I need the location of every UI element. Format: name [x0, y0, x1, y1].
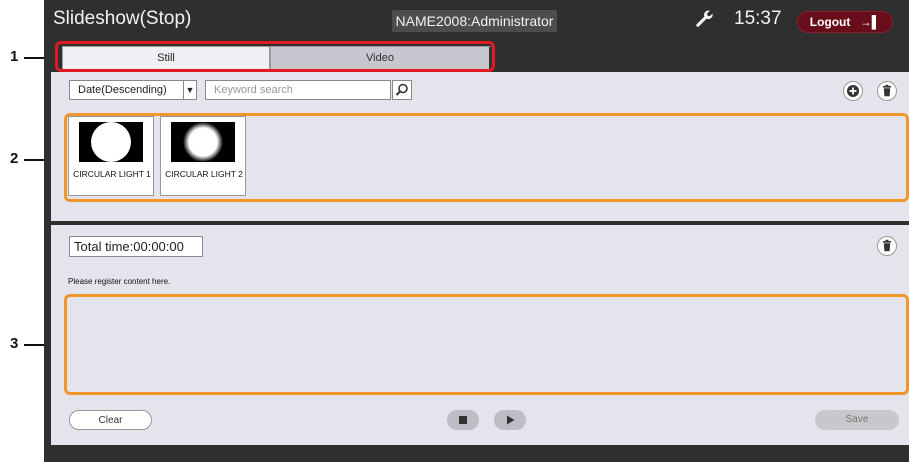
content-item-label: CIRCULAR LIGHT 1	[73, 169, 151, 179]
stop-button[interactable]	[447, 410, 479, 430]
delete-playlist-button[interactable]	[877, 236, 897, 256]
sort-select[interactable]: Date(Descending) ▼	[69, 80, 197, 100]
page-title: Slideshow(Stop)	[53, 8, 192, 29]
callout-number-3: 3	[10, 335, 19, 352]
trash-icon	[883, 84, 891, 97]
content-item-circular-light-1[interactable]: CIRCULAR LIGHT 1	[68, 116, 154, 196]
wrench-icon[interactable]	[694, 9, 714, 29]
clear-button[interactable]: Clear	[69, 410, 152, 430]
stop-icon	[459, 416, 467, 424]
content-item-label: CIRCULAR LIGHT 2	[165, 169, 243, 179]
play-button[interactable]	[494, 410, 526, 430]
total-time: Total time:00:00:00	[69, 236, 203, 257]
playlist-drop-area[interactable]	[64, 294, 909, 395]
thumbnail-image	[79, 122, 143, 162]
content-item-circular-light-2[interactable]: CIRCULAR LIGHT 2	[160, 116, 246, 196]
sort-value: Date(Descending)	[78, 84, 167, 96]
register-hint: Please register content here.	[68, 277, 171, 286]
user-badge: NAME2008:Administrator	[392, 10, 557, 32]
search-input[interactable]	[205, 80, 391, 100]
add-icon	[847, 85, 859, 97]
chevron-down-icon: ▼	[183, 81, 196, 99]
trash-icon	[883, 239, 891, 252]
logout-label: Logout	[809, 15, 851, 29]
tab-still[interactable]: Still	[62, 46, 270, 70]
thumbnail-image	[171, 122, 235, 162]
callout-number-2: 2	[10, 150, 19, 167]
tab-strip: Still Video	[54, 41, 496, 72]
play-icon	[507, 415, 515, 425]
search-button[interactable]	[392, 80, 412, 100]
callout-number-1: 1	[10, 48, 19, 65]
delete-content-button[interactable]	[877, 81, 897, 101]
exit-icon: →▌	[859, 15, 881, 29]
save-button[interactable]: Save	[815, 410, 899, 430]
add-button[interactable]	[843, 81, 863, 101]
magnifier-icon	[395, 83, 408, 96]
tab-video[interactable]: Video	[270, 46, 492, 70]
clock-time: 15:37	[734, 8, 782, 29]
logout-button[interactable]: Logout →▌	[797, 11, 893, 33]
